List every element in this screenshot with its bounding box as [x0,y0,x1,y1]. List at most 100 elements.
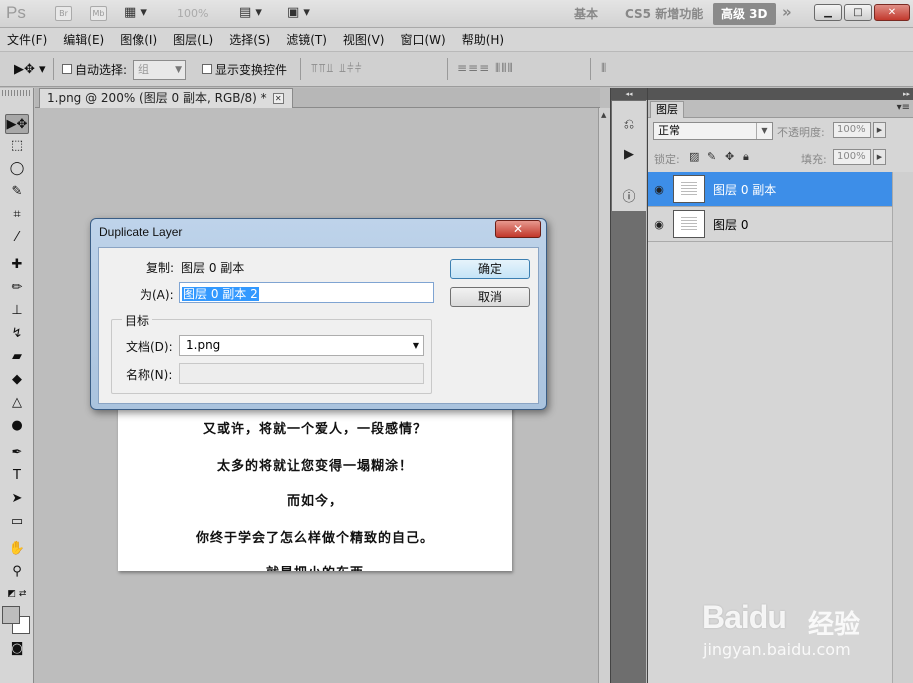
close-window-button[interactable]: ✕ [874,4,910,21]
zoom-tool-icon[interactable]: ⚲ [5,562,29,582]
arrange-documents-icon[interactable]: ▤ ▾ [239,5,262,20]
opacity-slider-icon[interactable]: ▶ [873,122,886,138]
menu-window[interactable]: 窗口(W) [400,31,445,48]
type-tool-icon[interactable]: T [5,466,29,486]
separator [300,58,301,80]
layer-row[interactable]: ◉ 图层 0 副本 [648,172,892,207]
lock-all-icon[interactable]: 🔒︎ [743,150,749,164]
layer-thumbnail [673,175,705,203]
view-extras-icon[interactable]: ▦ ▾ [124,5,147,20]
history-panel-icon[interactable]: ⎌ [619,115,639,135]
fill-slider-icon[interactable]: ▶ [873,149,886,165]
bridge-button[interactable]: Br [55,6,72,21]
menu-bar: 文件(F) 编辑(E) 图像(I) 图层(L) 选择(S) 滤镜(T) 视图(V… [0,28,913,52]
menu-view[interactable]: 视图(V) [343,31,385,48]
panel-collapse-icon[interactable]: ▸▸ [648,88,913,100]
eyedropper-tool-icon[interactable]: ⁄ [5,228,29,248]
layer-thumbnail [673,210,705,238]
layer-name-input[interactable]: 图层 0 副本 2 [179,282,434,303]
lock-image-icon[interactable]: ✎ [707,150,716,163]
workspace-cs5-new[interactable]: CS5 新增功能 [617,3,711,25]
pen-tool-icon[interactable]: ✒ [5,443,29,463]
auto-align-layers-icon[interactable]: ⦀ [601,61,607,76]
healing-brush-tool-icon[interactable]: ✚ [5,255,29,275]
blend-mode-dropdown[interactable]: 正常 ▼ [653,122,773,140]
document-tab-title: 1.png @ 200% (图层 0 副本, RGB/8) * [47,91,267,105]
brush-tool-icon[interactable]: ✏ [5,278,29,298]
screen-mode-icon[interactable]: ▣ ▾ [287,5,310,20]
toolbox-grip[interactable] [2,90,31,96]
rectangle-tool-icon[interactable]: ▭ [5,512,29,532]
more-workspaces-icon[interactable]: » [782,3,792,21]
lock-position-icon[interactable]: ✥ [725,150,734,163]
menu-help[interactable]: 帮助(H) [462,31,504,48]
mini-bridge-button[interactable]: Mb [90,6,107,21]
separator [447,58,448,80]
foreground-color-swatch[interactable] [2,606,20,624]
visibility-eye-icon[interactable]: ◉ [648,183,670,196]
history-brush-tool-icon[interactable]: ↯ [5,324,29,344]
close-document-icon[interactable]: ✕ [272,93,284,104]
fill-field[interactable]: 100% [833,149,871,165]
paint-bucket-tool-icon[interactable]: ◆ [5,370,29,390]
canvas-text-line: 又或许，将就一个爱人，一段感情？ [202,422,427,437]
document-name-field [179,363,424,384]
blur-tool-icon[interactable]: △ [5,393,29,413]
show-transform-label: 显示变换控件 [215,63,288,77]
opacity-field[interactable]: 100% [833,122,871,138]
swap-colors-icon[interactable]: ◩ ⇄ [5,584,29,604]
menu-image[interactable]: 图像(I) [120,31,157,48]
maximize-button[interactable]: □ [844,4,872,21]
dodge-tool-icon[interactable]: ● [5,416,29,436]
path-selection-tool-icon[interactable]: ➤ [5,489,29,509]
tab-layers[interactable]: 图层 [650,101,684,118]
document-tab-bar: 1.png @ 200% (图层 0 副本, RGB/8) * ✕ [35,88,600,108]
document-dropdown[interactable]: 1.png ▼ [179,335,424,356]
separator [53,58,54,80]
align-icons[interactable]: ⫪⫪⫫ ⫫⫩⫩ [311,61,363,76]
layer-name-input-value: 图层 0 副本 2 [182,287,259,301]
quick-selection-tool-icon[interactable]: ✎ [5,182,29,202]
canvas-text-line: 你终于学会了怎么样做个精致的自己。 [195,531,434,546]
workspace-essentials[interactable]: 基本 [566,3,606,25]
dock-collapse-icon[interactable]: ◂◂ [611,88,647,100]
menu-edit[interactable]: 编辑(E) [63,31,104,48]
minimize-button[interactable]: ▁ [814,4,842,21]
crop-tool-icon[interactable]: ⌗ [5,205,29,225]
hand-tool-icon[interactable]: ✋ [5,539,29,559]
menu-layer[interactable]: 图层(L) [173,31,213,48]
menu-select[interactable]: 选择(S) [229,31,270,48]
baidu-jingyan-watermark: Baidu 经验 jingyan.baidu.com [700,596,900,666]
workspace-advanced-3d[interactable]: 高级 3D [713,3,776,25]
menu-filter[interactable]: 滤镜(T) [286,31,327,48]
cancel-button[interactable]: 取消 [450,287,530,307]
document-tab[interactable]: 1.png @ 200% (图层 0 副本, RGB/8) * ✕ [39,88,293,108]
quick-mask-icon[interactable]: ◙ [5,639,29,659]
actions-panel-icon[interactable]: ▶ [619,145,639,165]
lasso-tool-icon[interactable]: ◯ [5,159,29,179]
eraser-tool-icon[interactable]: ▰ [5,347,29,367]
show-transform-checkbox[interactable] [202,64,212,74]
layers-panel: ▸▸ 图层 ▾≡ 正常 ▼ 不透明度: 100% ▶ 锁定: ▨ ✎ ✥ 🔒︎ 填… [647,88,913,683]
ok-button[interactable]: 确定 [450,259,530,279]
lock-transparent-icon[interactable]: ▨ [689,150,699,163]
auto-select-checkbox[interactable] [62,64,72,74]
move-tool-preset-icon[interactable]: ▶✥ ▾ [14,62,46,77]
clone-stamp-tool-icon[interactable]: ⊥ [5,301,29,321]
photoshop-logo: Ps [6,3,26,22]
name-label: 名称(N): [126,368,173,382]
zoom-level[interactable]: 100% [177,7,208,20]
distribute-icons[interactable]: ≡≡≡ ⦀⦀⦀ [457,61,514,76]
marquee-tool-icon[interactable]: ⬚ [5,136,29,156]
canvas-vertical-scrollbar[interactable]: ▲ [598,108,610,683]
move-tool-icon[interactable]: ▶✥ [5,114,29,134]
panel-menu-icon[interactable]: ▾≡ [897,102,910,113]
dialog-close-button[interactable]: ✕ [495,220,541,238]
menu-file[interactable]: 文件(F) [7,31,47,48]
auto-select-dropdown[interactable]: 组 ▼ [133,60,186,80]
visibility-eye-icon[interactable]: ◉ [648,218,670,231]
info-panel-icon[interactable]: ⓘ [619,188,639,208]
scroll-up-icon[interactable]: ▲ [601,111,606,119]
layer-row[interactable]: ◉ 图层 0 [648,207,892,242]
watermark-logo: Baidu [702,599,787,636]
